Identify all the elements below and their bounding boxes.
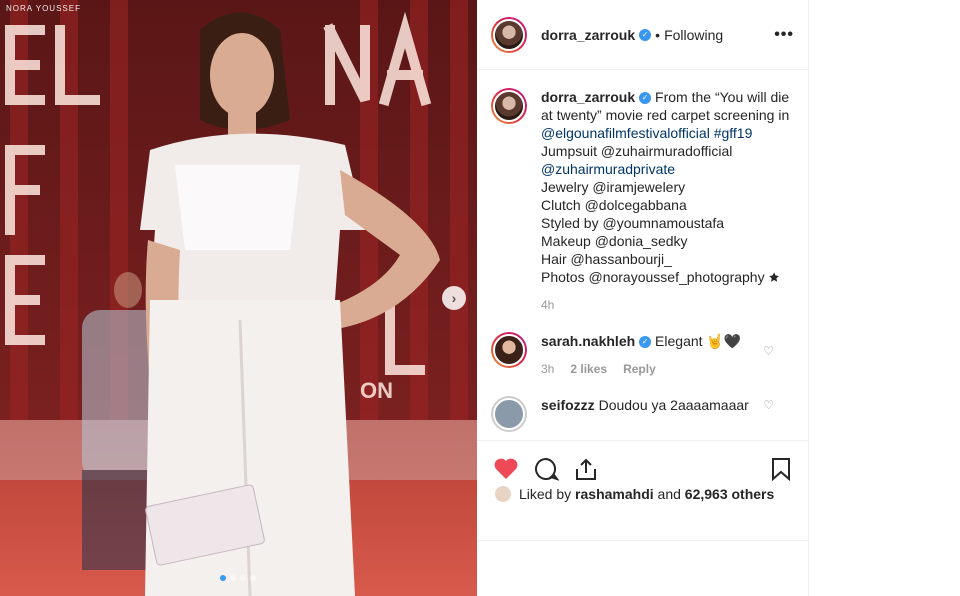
reply-button[interactable]: Reply bbox=[623, 360, 656, 378]
caption-avatar[interactable] bbox=[491, 88, 527, 124]
caption-line[interactable]: Hair @hassanbourji_ bbox=[541, 251, 672, 267]
commenter-avatar[interactable] bbox=[491, 332, 527, 368]
comment-text: Doudou ya 2aaaamaaar bbox=[598, 397, 749, 413]
comment-item: seifozzz Doudou ya 2aaaamaaar ♡ bbox=[491, 396, 794, 432]
comment-icon[interactable] bbox=[533, 457, 559, 481]
comment-likes[interactable]: 2 likes bbox=[570, 360, 607, 378]
carousel-dot bbox=[220, 575, 226, 581]
liker-avatar[interactable] bbox=[495, 486, 511, 502]
post-side-panel: dorra_zarrouk ✓ • Following ••• dorra_za… bbox=[477, 0, 809, 596]
caption-line[interactable]: @elgounafilmfestivalofficial #gff19 bbox=[541, 125, 752, 141]
separator-dot: • bbox=[655, 26, 661, 43]
carousel-dot bbox=[240, 575, 246, 581]
caption: dorra_zarrouk ✓ From the “You will die at… bbox=[491, 88, 794, 314]
liker-username[interactable]: rashamahdi bbox=[575, 486, 654, 502]
carousel-dot bbox=[230, 575, 236, 581]
comment-time[interactable]: 3h bbox=[541, 360, 554, 378]
caption-line[interactable]: Jewelry @iramjewelery bbox=[541, 179, 685, 195]
photo-watermark: NORA YOUSSEF bbox=[6, 4, 81, 13]
bookmark-icon[interactable] bbox=[770, 457, 792, 481]
likes-prefix: Liked by bbox=[519, 486, 572, 502]
likes-count[interactable]: 62,963 others bbox=[685, 486, 775, 502]
carousel-dot bbox=[250, 575, 256, 581]
photo-illustration: ON bbox=[0, 0, 477, 596]
comment-text: Elegant 🤘🖤 bbox=[655, 333, 742, 349]
divider bbox=[477, 540, 808, 541]
commenter-username[interactable]: sarah.nakhleh bbox=[541, 333, 635, 349]
carousel-dots bbox=[220, 575, 256, 581]
likes-summary: Liked by rashamahdi and 62,963 others bbox=[495, 486, 774, 502]
author-username[interactable]: dorra_zarrouk bbox=[541, 27, 635, 43]
like-heart-icon[interactable] bbox=[493, 457, 519, 481]
caption-line[interactable]: Makeup @donia_sedky bbox=[541, 233, 688, 249]
post-header: dorra_zarrouk ✓ • Following ••• bbox=[477, 0, 808, 70]
commenter-avatar[interactable] bbox=[491, 396, 527, 432]
caption-time[interactable]: 4h bbox=[541, 296, 554, 314]
comment-item: sarah.nakhleh ✓ Elegant 🤘🖤 3h 2 likes Rep… bbox=[491, 332, 794, 378]
post-photo[interactable]: ON NORA YOUSSEF › bbox=[0, 0, 477, 596]
commenter-username[interactable]: seifozzz bbox=[541, 397, 595, 413]
caption-username[interactable]: dorra_zarrouk bbox=[541, 89, 635, 105]
caption-line[interactable]: Jumpsuit @zuhairmuradofficial bbox=[541, 143, 732, 159]
more-options-icon[interactable]: ••• bbox=[774, 26, 794, 44]
author-avatar[interactable] bbox=[491, 16, 527, 53]
caption-line[interactable]: Styled by @youmnamoustafa bbox=[541, 215, 724, 231]
follow-button[interactable]: Following bbox=[664, 27, 723, 43]
like-comment-icon[interactable]: ♡ bbox=[763, 344, 774, 358]
like-comment-icon[interactable]: ♡ bbox=[763, 398, 774, 412]
sign-sub-text: ON bbox=[360, 378, 393, 403]
caption-line[interactable]: Photos @norayoussef_photography 🟊 bbox=[541, 269, 780, 285]
verified-icon: ✓ bbox=[639, 92, 652, 105]
verified-icon: ✓ bbox=[639, 336, 652, 349]
share-icon[interactable] bbox=[573, 457, 599, 481]
comments-section[interactable]: dorra_zarrouk ✓ From the “You will die at… bbox=[477, 70, 808, 440]
likes-middle: and bbox=[657, 486, 681, 502]
next-photo-button[interactable]: › bbox=[442, 286, 466, 310]
verified-icon: ✓ bbox=[639, 28, 652, 41]
caption-line[interactable]: @zuhairmuradprivate bbox=[541, 161, 675, 177]
caption-line[interactable]: Clutch @dolcegabbana bbox=[541, 197, 687, 213]
